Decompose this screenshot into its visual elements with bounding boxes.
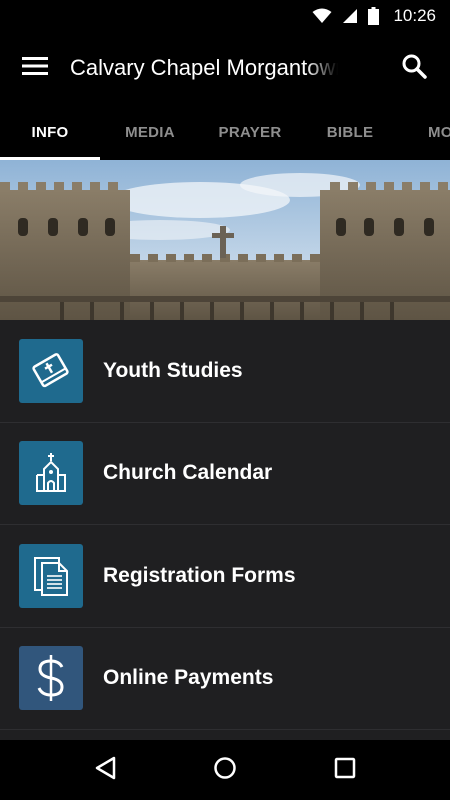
dollar-icon [19,646,83,711]
back-triangle-icon [94,756,116,785]
list-item-label: Registration Forms [103,563,296,587]
home-circle-icon [213,756,237,785]
list-item-label: Church Calendar [103,461,273,485]
recents-button[interactable] [315,740,375,800]
info-list: Youth Studies Church Calendar Registrati… [0,320,450,740]
tab-prayer[interactable]: PRAYER [200,104,300,160]
list-item-online-payments[interactable]: Online Payments [0,628,450,730]
hero-church-image [0,160,450,320]
list-item-church-calendar[interactable]: Church Calendar [0,423,450,525]
app-bar: Calvary Chapel Morgantown [0,32,450,104]
search-icon [401,53,427,84]
tab-bar: INFO MEDIA PRAYER BIBLE MORE [0,104,450,160]
status-clock: 10:26 [393,6,436,25]
search-button[interactable] [392,46,436,90]
church-icon [19,441,83,506]
list-item-label: Online Payments [103,666,274,690]
list-item-youth-studies[interactable]: Youth Studies [0,320,450,423]
tab-info[interactable]: INFO [0,104,100,160]
battery-icon [368,7,380,25]
wifi-icon [312,8,332,24]
cell-signal-icon [342,8,358,24]
system-nav-bar [0,740,450,800]
app-title: Calvary Chapel Morgantown [70,55,338,80]
home-button[interactable] [195,740,255,800]
list-item-registration-forms[interactable]: Registration Forms [0,525,450,628]
status-bar: 10:26 [0,0,450,32]
back-button[interactable] [75,740,135,800]
menu-button[interactable] [0,32,70,104]
hamburger-menu-icon [22,56,48,81]
recents-square-icon [334,757,356,784]
document-icon [19,543,83,608]
tab-more[interactable]: MORE [400,104,450,160]
tab-media[interactable]: MEDIA [100,104,200,160]
tab-bible[interactable]: BIBLE [300,104,400,160]
bible-icon [19,338,83,403]
list-item-label: Youth Studies [103,358,243,382]
